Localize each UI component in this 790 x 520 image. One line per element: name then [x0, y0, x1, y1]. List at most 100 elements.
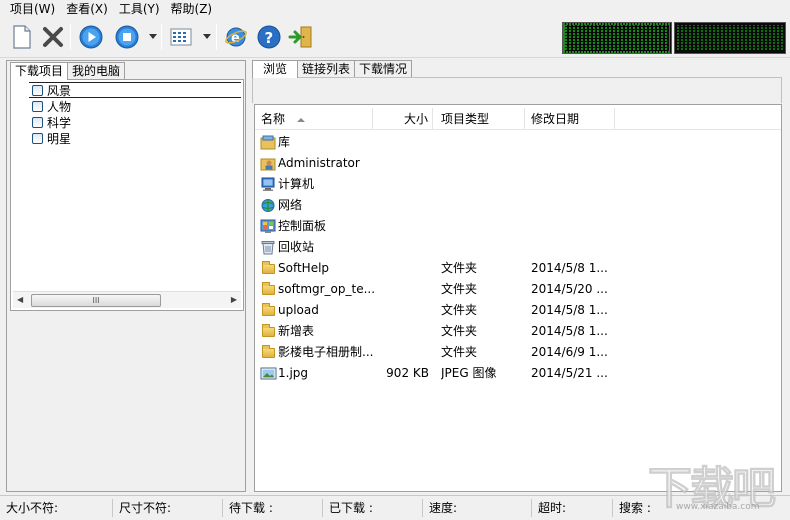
stop-icon: [115, 25, 139, 49]
status-timeout: 超时:: [532, 499, 613, 517]
checkbox[interactable]: [32, 100, 43, 112]
tab-download-status[interactable]: 下载情况: [354, 60, 413, 77]
file-row[interactable]: SoftHelp 文件夹 2014/5/8 1...: [255, 258, 781, 279]
file-name: Administrator: [278, 156, 360, 170]
file-name: 计算机: [278, 177, 315, 191]
file-row[interactable]: 1.jpg 902 KB JPEG 图像 2014/5/21 ...: [255, 363, 781, 384]
network-icon: [260, 198, 276, 213]
menu-tools[interactable]: 工具(Y): [119, 0, 160, 18]
file-row[interactable]: 库: [255, 132, 781, 153]
file-name: softmgr_op_te...: [278, 282, 376, 296]
view-mode-dropdown-arrow[interactable]: [203, 34, 211, 39]
tree-item-scenery[interactable]: 风景: [29, 82, 241, 98]
tab-browse[interactable]: 浏览: [252, 60, 299, 78]
file-name: 1.jpg: [278, 366, 309, 380]
status-pending: 待下载 :: [223, 499, 323, 517]
scroll-left-icon[interactable]: ◀: [17, 295, 23, 304]
download-tree: 风景 人物 科学 明星 ◀ III ▶: [10, 79, 244, 311]
delete-button[interactable]: [40, 23, 66, 51]
file-name: 库: [278, 135, 291, 149]
file-row[interactable]: softmgr_op_te... 文件夹 2014/5/20 ...: [255, 279, 781, 300]
exit-button[interactable]: [288, 23, 314, 51]
toolbar-separator: [161, 24, 162, 50]
stop-button[interactable]: [114, 23, 140, 51]
menu-help[interactable]: 帮助(Z): [171, 0, 213, 18]
image-file-icon: [260, 366, 277, 381]
new-button[interactable]: [9, 23, 35, 51]
tab-my-computer[interactable]: 我的电脑: [67, 62, 126, 79]
file-row[interactable]: 计算机: [255, 174, 781, 195]
checkbox[interactable]: [32, 132, 43, 144]
file-name: 回收站: [278, 240, 315, 254]
view-mode-icon: [170, 28, 192, 46]
left-tab-strip: 下载项目 我的电脑: [10, 62, 126, 80]
file-row[interactable]: 控制面板: [255, 216, 781, 237]
file-row[interactable]: Administrator: [255, 153, 781, 174]
file-date: 2014/5/20 ...: [531, 282, 608, 296]
checkbox[interactable]: [32, 116, 43, 128]
status-dimension-mismatch: 尺寸不符:: [113, 499, 223, 517]
svg-text:?: ?: [265, 29, 274, 47]
column-header: 名称 大小 项目类型 修改日期: [255, 108, 781, 130]
folder-icon: [260, 282, 276, 297]
file-type: JPEG 图像: [441, 366, 497, 380]
column-name-label: 名称: [261, 112, 286, 126]
sort-ascending-icon: [297, 117, 306, 122]
folder-icon: [260, 261, 276, 276]
file-name: 新增表: [278, 324, 315, 338]
browser-button[interactable]: e: [223, 23, 249, 51]
help-icon: ?: [257, 25, 281, 49]
file-type: 文件夹: [441, 261, 478, 275]
tree-item-science[interactable]: 科学: [29, 114, 71, 130]
right-tab-strip: 浏览 链接列表 下载情况: [252, 60, 413, 78]
tab-download-items[interactable]: 下载项目: [10, 62, 69, 80]
start-button[interactable]: [78, 23, 104, 51]
file-row[interactable]: 影楼电子相册制... 文件夹 2014/6/9 1...: [255, 342, 781, 363]
download-activity-meter: [562, 22, 672, 54]
file-row[interactable]: 网络: [255, 195, 781, 216]
file-size: 902 KB: [386, 366, 429, 380]
menu-project[interactable]: 项目(W): [10, 0, 55, 18]
library-icon: [260, 135, 276, 150]
user-folder-icon: [260, 156, 276, 171]
column-date[interactable]: 修改日期: [525, 108, 615, 130]
horizontal-scrollbar[interactable]: ◀ III ▶: [13, 291, 241, 308]
status-downloaded: 已下载 :: [323, 499, 423, 517]
file-name: SoftHelp: [278, 261, 330, 275]
file-row[interactable]: 新增表 文件夹 2014/5/8 1...: [255, 321, 781, 342]
tree-item-label: 人物: [47, 99, 72, 114]
new-icon: [13, 25, 31, 49]
control-panel-icon: [260, 219, 276, 234]
help-button[interactable]: ?: [256, 23, 282, 51]
column-type[interactable]: 项目类型: [433, 108, 525, 130]
tree-item-label: 科学: [47, 115, 72, 130]
menu-view[interactable]: 查看(X): [66, 0, 108, 18]
recycle-bin-icon: [260, 240, 276, 255]
speed-meter: [674, 22, 786, 54]
tree-item-stars[interactable]: 明星: [29, 130, 71, 146]
file-type: 文件夹: [441, 282, 478, 296]
tab-link-list[interactable]: 链接列表: [297, 60, 356, 77]
scroll-right-icon[interactable]: ▶: [231, 295, 237, 304]
column-size[interactable]: 大小: [373, 108, 433, 130]
status-bar: 大小不符: 尺寸不符: 待下载 : 已下载 : 速度: 超时: 搜索 :: [0, 495, 790, 520]
menu-bar: 项目(W) 查看(X) 工具(Y) 帮助(Z): [0, 0, 790, 18]
file-name: 网络: [278, 198, 303, 212]
file-date: 2014/6/9 1...: [531, 345, 608, 359]
toolbar-separator: [70, 24, 71, 50]
tree-item-people[interactable]: 人物: [29, 98, 71, 114]
computer-icon: [260, 177, 276, 192]
file-type: 文件夹: [441, 345, 478, 359]
scroll-thumb[interactable]: III: [31, 294, 161, 307]
tree-item-label: 明星: [47, 131, 72, 146]
view-mode-button[interactable]: [168, 23, 194, 51]
right-panel: 浏览 链接列表 下载情况 名称 大小 项目类型 修改日期 库 Administra…: [250, 60, 786, 492]
stop-dropdown-arrow[interactable]: [149, 34, 157, 39]
file-row[interactable]: upload 文件夹 2014/5/8 1...: [255, 300, 781, 321]
exit-icon: [288, 26, 312, 48]
file-name: 影楼电子相册制...: [278, 345, 374, 359]
file-row[interactable]: 回收站: [255, 237, 781, 258]
folder-icon: [260, 345, 276, 360]
checkbox[interactable]: [32, 84, 43, 96]
column-name[interactable]: 名称: [255, 108, 373, 130]
